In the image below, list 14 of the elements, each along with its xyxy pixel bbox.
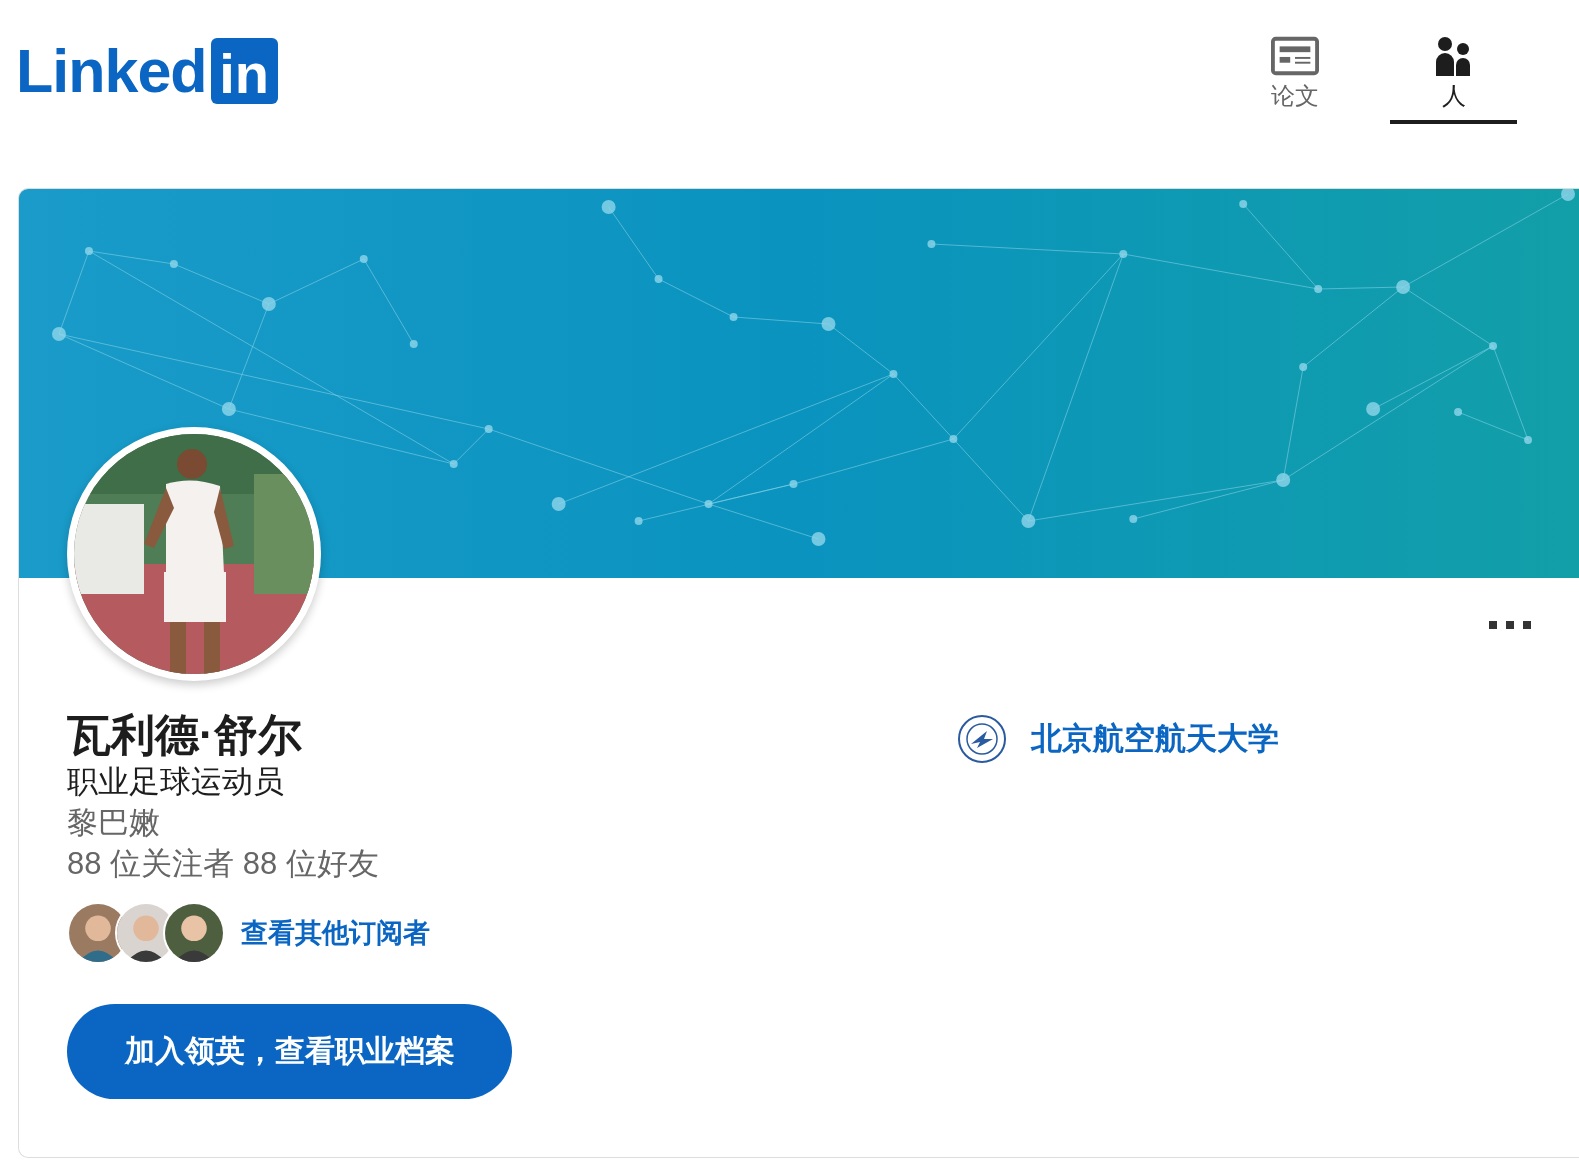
nav-tab[interactable]: 人 [1390,28,1517,124]
logo-text[interactable]: Linked [16,38,207,104]
more-icon[interactable] [1489,620,1531,630]
profile-headline: 职业足球运动员 [67,763,284,801]
followers-link[interactable]: 查看其他订阅者 [241,915,430,951]
university-logo-icon [957,714,1007,764]
logo-badge[interactable]: in [210,38,278,104]
profile-location: 黎巴嫩 [67,804,160,842]
profile-stats: 88 位关注者 88 位好友 [67,845,379,883]
profile-name: 瓦利德·舒尔 [67,709,302,761]
join-button[interactable]: 加入领英，查看职业档案 [67,1004,512,1099]
nav-tab[interactable]: 论文 [1231,28,1358,124]
article-icon [1270,36,1319,76]
university-link[interactable]: 北京航空航天大学 [1031,718,1279,760]
